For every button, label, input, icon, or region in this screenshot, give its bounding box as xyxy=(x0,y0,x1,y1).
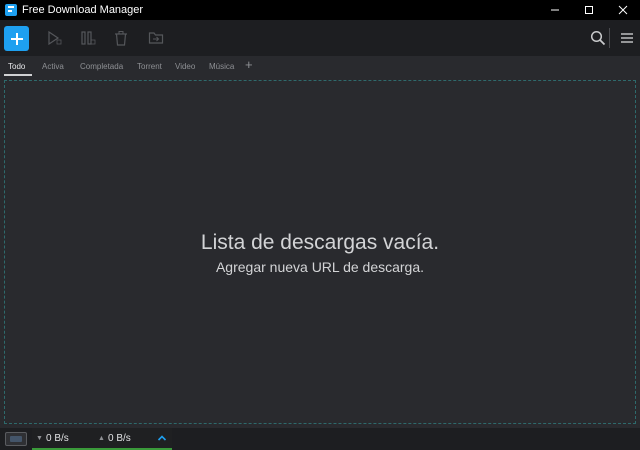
chevron-up-icon[interactable] xyxy=(157,433,167,443)
tab-completada[interactable]: Completada xyxy=(80,62,123,71)
folder-move-icon xyxy=(148,32,164,44)
speed-panel[interactable]: ▼ 0 B/s ▲ 0 B/s xyxy=(32,428,172,450)
maximize-icon xyxy=(585,6,593,14)
tab-video[interactable]: Video xyxy=(175,62,195,71)
play-icon xyxy=(48,30,62,46)
tab-musica[interactable]: Música xyxy=(209,62,234,71)
tab-activa[interactable]: Activa xyxy=(42,62,64,71)
add-download-button[interactable] xyxy=(4,26,29,51)
app-logo-icon xyxy=(5,4,17,16)
download-speed: 0 B/s xyxy=(46,433,69,444)
download-arrow-icon: ▼ xyxy=(36,435,43,442)
add-tab-button[interactable]: + xyxy=(245,58,253,72)
delete-button[interactable] xyxy=(111,28,131,48)
add-url-link[interactable]: Agregar nueva URL de descarga. xyxy=(5,259,635,275)
title-bar: Free Download Manager xyxy=(0,0,640,20)
pause-button[interactable] xyxy=(78,28,98,48)
minimize-button[interactable] xyxy=(538,0,572,20)
status-bar-left xyxy=(0,428,32,450)
toolbar xyxy=(0,20,640,56)
toggle-bottom-panel-button[interactable] xyxy=(5,432,27,446)
status-bar: ▼ 0 B/s ▲ 0 B/s xyxy=(0,428,640,450)
upload-speed: 0 B/s xyxy=(108,433,131,444)
toolbar-divider xyxy=(609,28,610,48)
close-button[interactable] xyxy=(606,0,640,20)
tab-torrent[interactable]: Torrent xyxy=(137,62,162,71)
close-icon xyxy=(618,5,628,15)
plus-icon xyxy=(10,32,23,45)
search-button[interactable] xyxy=(588,28,608,48)
active-tab-indicator xyxy=(4,74,32,76)
main-menu-button[interactable] xyxy=(617,28,637,48)
start-button[interactable] xyxy=(44,28,64,48)
filter-tabs: Todo Activa Completada Torrent Video Mús… xyxy=(0,56,640,78)
trash-icon xyxy=(115,31,127,46)
tab-todo[interactable]: Todo xyxy=(8,62,25,71)
window-title: Free Download Manager xyxy=(22,4,144,16)
pause-icon xyxy=(81,31,96,45)
download-list-drop-area[interactable]: Lista de descargas vacía. Agregar nueva … xyxy=(4,80,636,424)
empty-list-title: Lista de descargas vacía. xyxy=(200,231,440,254)
search-icon xyxy=(590,30,606,46)
move-button[interactable] xyxy=(146,28,166,48)
upload-arrow-icon: ▲ xyxy=(98,435,105,442)
minimize-icon xyxy=(551,9,559,11)
window-controls xyxy=(538,0,640,20)
hamburger-menu-icon xyxy=(621,33,633,43)
maximize-button[interactable] xyxy=(572,0,606,20)
